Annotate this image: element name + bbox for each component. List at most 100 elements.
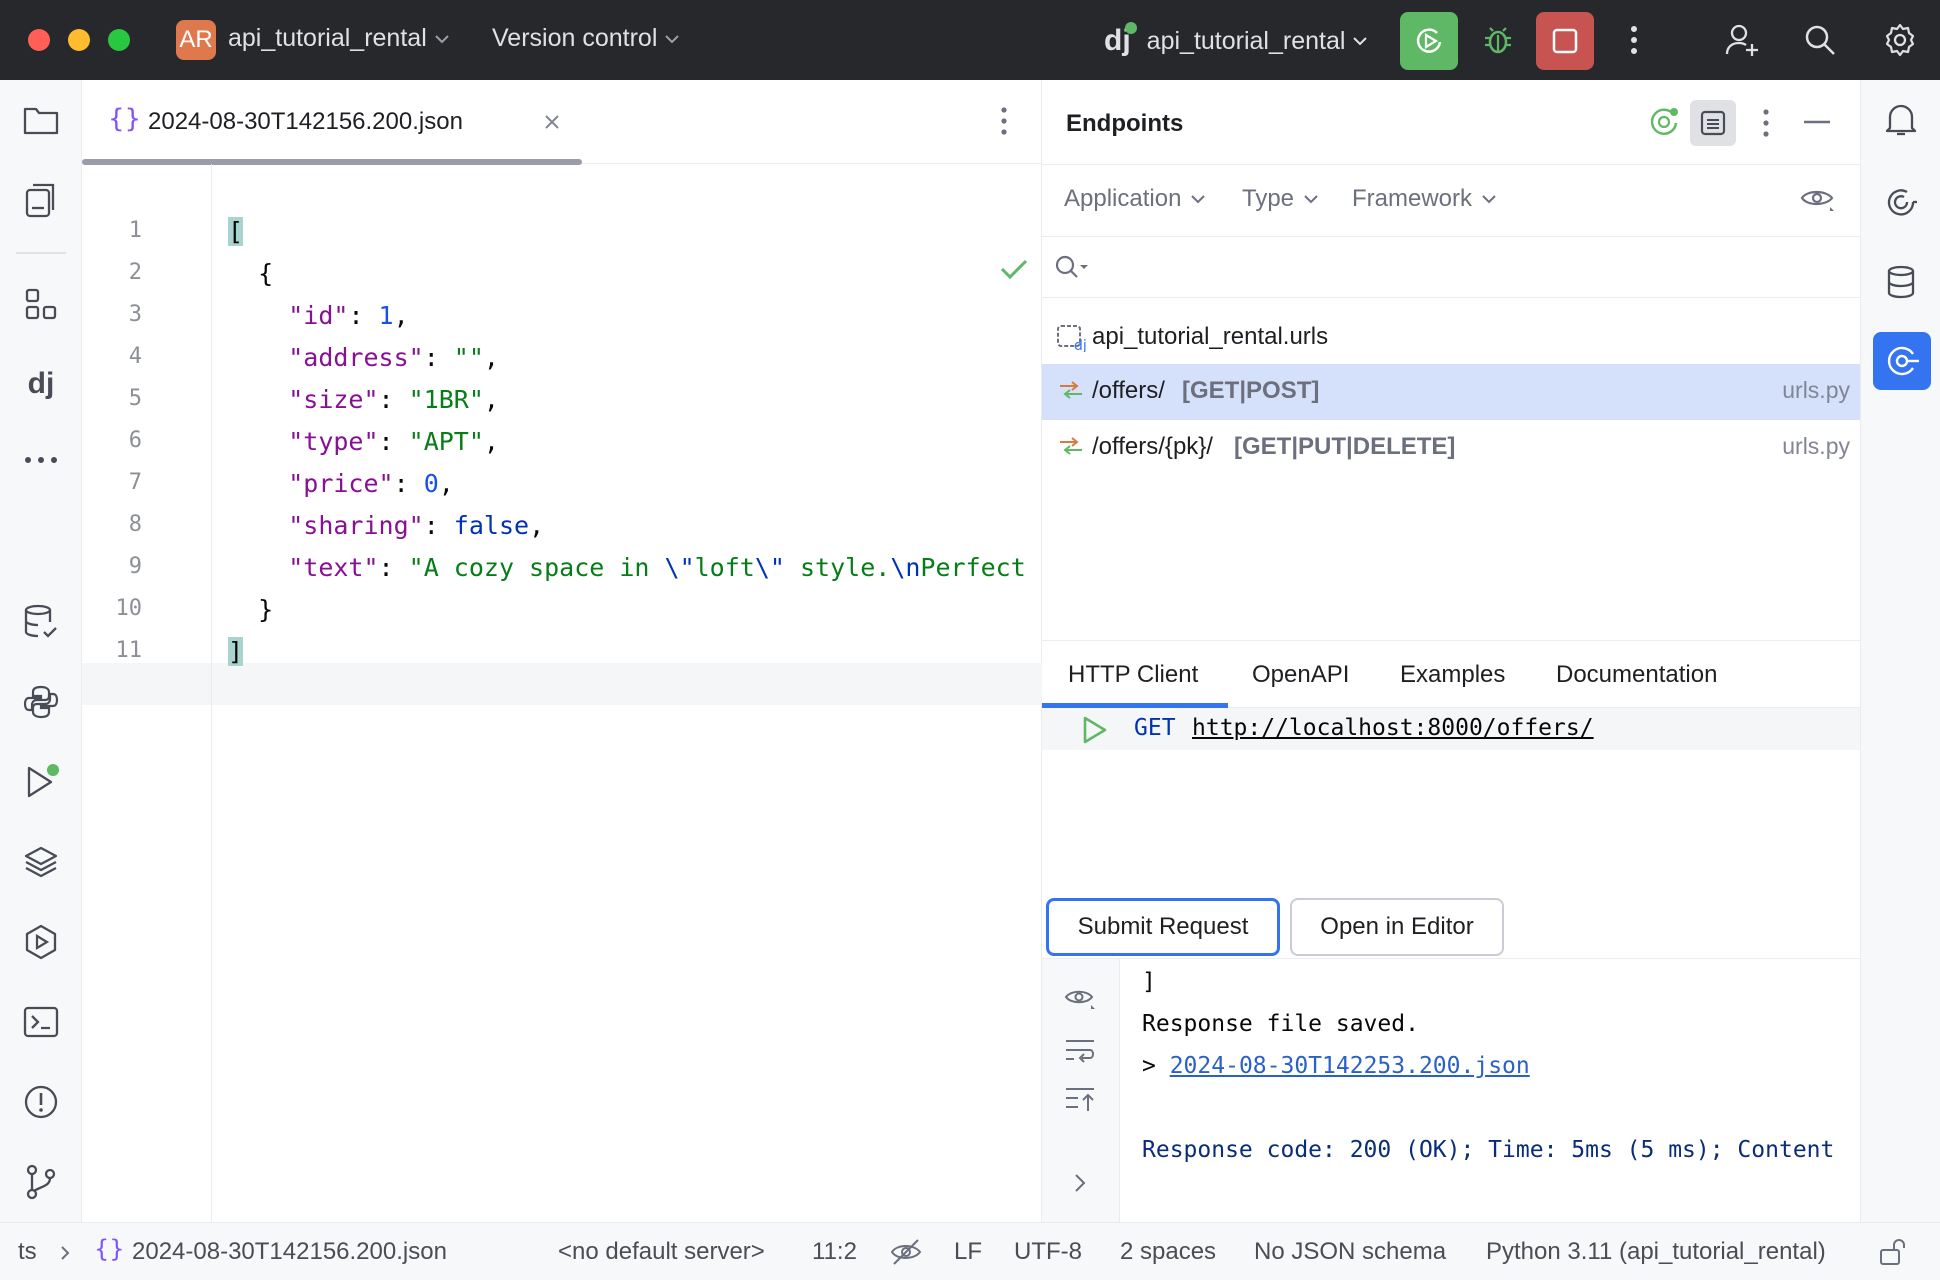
stop-button[interactable] [1536,12,1594,70]
notifications-tool-button[interactable] [1881,100,1921,140]
tab-documentation[interactable]: Documentation [1556,641,1717,709]
code-area[interactable]: 1 2 3 4 5 6 7 8 9 10 11 [ { "id": 1, "address": ""… [82,164,1086,1222]
http-request-line[interactable]: GET http://localhost:8000/offers/ [1042,708,1860,750]
endpoint-row[interactable]: /offers/ [GET|POST] urls.py [1042,364,1860,420]
project-selector[interactable]: api_tutorial_rental [228,24,449,53]
more-actions-button[interactable] [1614,20,1654,60]
code-line: "text": "A cozy space in \" loft \" style.… [228,546,1086,588]
caret-position[interactable]: 11:2 [812,1238,857,1266]
problems-tool-button[interactable] [21,1082,61,1122]
database-icon [1887,265,1915,299]
code-token: } [228,594,274,624]
refresh-endpoints-button[interactable] [1644,102,1684,142]
scroll-to-top-icon[interactable] [1064,1085,1096,1113]
tree-label: /offers/ [1092,377,1165,404]
eye-icon[interactable] [1064,985,1098,1013]
code-line: "size": "1BR", [228,378,499,420]
chevron-right-icon [61,1246,70,1260]
line-number[interactable]: 11 [82,638,143,663]
endpoints-icon [1887,346,1919,376]
submit-request-button[interactable]: Submit Request [1046,898,1280,956]
line-number[interactable]: 10 [82,596,143,621]
code-line: "price": 0, [228,462,454,504]
endpoint-detail-tabs: HTTP Client OpenAPI Examples Documentati… [1042,640,1860,708]
filter-framework[interactable]: Framework [1352,185,1496,213]
interpreter-selector[interactable]: Python 3.11 (api_tutorial_rental) [1486,1238,1826,1266]
view-options-button[interactable] [1800,185,1836,215]
line-number[interactable]: 1 [82,218,142,243]
close-window-button[interactable] [28,29,50,51]
filter-type[interactable]: Type [1242,185,1318,213]
run-config-selector[interactable]: dj api_tutorial_rental [1104,22,1368,58]
line-number[interactable]: 3 [82,302,142,327]
line-number[interactable]: 6 [82,428,142,453]
search-everywhere-button[interactable] [1800,20,1840,60]
services-tool-button[interactable] [21,922,61,962]
soft-wrap-icon[interactable] [1064,1037,1096,1065]
endpoints-search-input[interactable] [1098,247,1838,287]
code-token: ] [228,636,244,666]
search-icon [1805,25,1835,55]
inspections-off-icon[interactable] [890,1237,922,1267]
tree-module-row[interactable]: dj api_tutorial_rental.urls [1042,310,1860,366]
endpoints-tool-button[interactable] [1873,332,1931,390]
tab-openapi[interactable]: OpenAPI [1252,641,1349,709]
python-console-tool-button[interactable] [21,682,61,722]
open-in-editor-button[interactable]: Open in Editor [1290,898,1504,956]
code-token: false [453,510,530,540]
layers-tool-button[interactable] [21,842,61,882]
code-token: loft [694,552,755,582]
maximize-window-button[interactable] [108,29,130,51]
line-number[interactable]: 2 [82,260,142,285]
run-tool-button[interactable] [21,762,61,802]
endpoints-options-button[interactable] [1762,108,1770,138]
chevron-right-icon[interactable] [1074,1173,1086,1193]
chevron-down-icon [435,34,449,43]
code-with-me-button[interactable] [1722,20,1762,60]
tab-examples[interactable]: Examples [1400,641,1505,709]
line-number[interactable]: 4 [82,344,142,369]
filter-application[interactable]: Application [1064,185,1206,213]
tab-http-client[interactable]: HTTP Client [1068,641,1198,709]
more-tools-button[interactable] [21,440,61,480]
run-request-icon[interactable] [1082,716,1108,744]
terminal-tool-button[interactable] [21,1002,61,1042]
toggle-details-button[interactable] [1690,100,1736,146]
structure-tool-button[interactable] [21,284,61,324]
editor-tab-label: 2024-08-30T142156.200.json [148,108,463,135]
breadcrumb-file[interactable]: 2024-08-30T142156.200.json [132,1238,447,1266]
minimize-window-button[interactable] [68,29,90,51]
rerun-button[interactable] [1400,12,1458,70]
endpoint-icon [1056,434,1086,458]
http-server-selector[interactable]: <no default server> [558,1238,765,1266]
database-tool-button[interactable] [1881,262,1921,302]
project-tool-button[interactable] [21,100,61,140]
encoding-selector[interactable]: UTF-8 [1014,1238,1082,1266]
indent-selector[interactable]: 2 spaces [1120,1238,1216,1266]
unlock-icon[interactable] [1878,1237,1908,1267]
line-number[interactable]: 7 [82,470,142,495]
filter-bar: Application Type Framework [1042,164,1860,236]
ai-assistant-tool-button[interactable] [1881,182,1921,222]
django-structure-tool-button[interactable]: dj [21,364,61,404]
git-tool-button[interactable] [21,1162,61,1202]
json-schema-selector[interactable]: No JSON schema [1254,1238,1446,1266]
line-number[interactable]: 8 [82,512,142,537]
bookmarks-tool-button[interactable] [21,180,61,220]
http-url[interactable]: http://localhost:8000/offers/ [1192,715,1594,741]
settings-button[interactable] [1880,20,1920,60]
database-changes-tool-button[interactable] [21,602,61,642]
run-config-name: api_tutorial_rental [1146,26,1346,55]
editor-tab-options-button[interactable] [1000,106,1008,136]
endpoint-row[interactable]: /offers/{pk}/ [GET|PUT|DELETE] urls.py [1042,420,1860,476]
vcs-selector[interactable]: Version control [492,24,680,53]
line-number[interactable]: 5 [82,386,142,411]
debug-button[interactable] [1478,20,1518,60]
line-number[interactable]: 9 [82,554,142,579]
editor-tab[interactable]: {} 2024-08-30T142156.200.json [82,80,582,165]
close-tab-icon[interactable] [544,114,560,130]
hide-panel-button[interactable] [1804,120,1830,124]
response-file-link[interactable]: 2024-08-30T142253.200.json [1170,1053,1530,1079]
line-ending-selector[interactable]: LF [954,1238,982,1266]
breadcrumb-prefix[interactable]: ts [18,1238,37,1266]
